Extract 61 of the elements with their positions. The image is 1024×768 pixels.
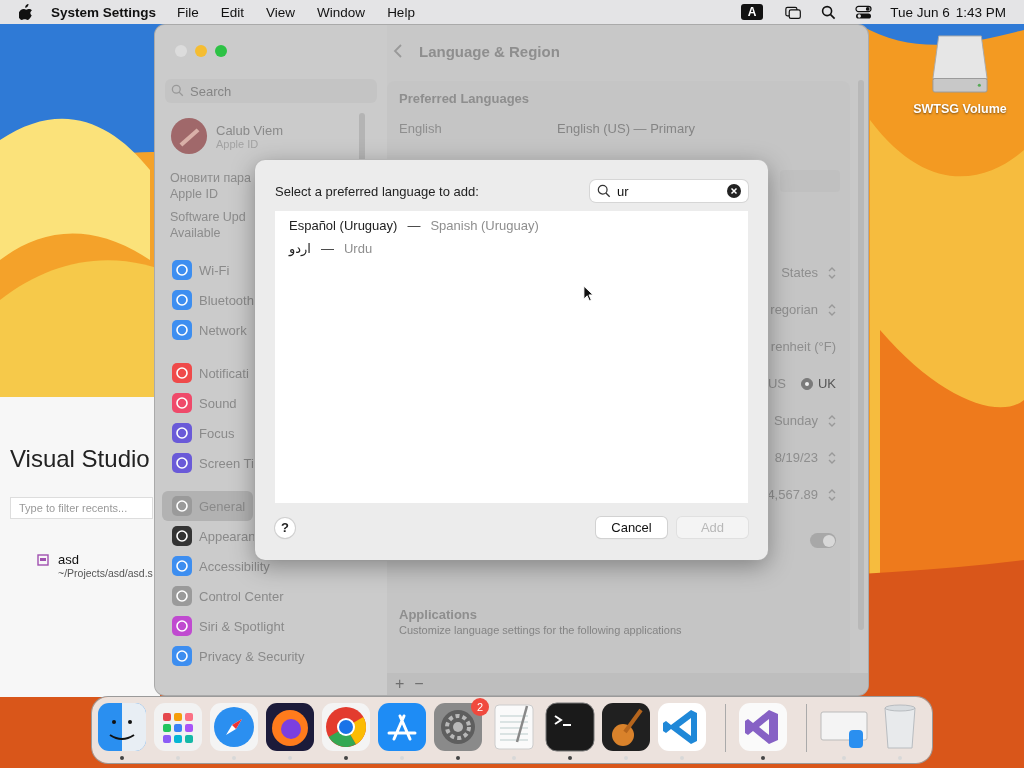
sidebar-item[interactable]: Network <box>162 315 255 345</box>
app-grid-icon[interactable] <box>153 702 203 752</box>
help-button[interactable]: ? <box>275 517 295 538</box>
gear-icon[interactable] <box>433 702 483 752</box>
recent-project-name[interactable]: asd <box>58 552 153 567</box>
input-source-indicator[interactable]: A <box>741 4 764 20</box>
menu-item[interactable]: Help <box>387 4 415 20</box>
clear-icon[interactable] <box>727 184 741 198</box>
account-name[interactable]: Calub Viem <box>216 122 283 138</box>
search-field[interactable]: Search <box>165 79 377 103</box>
menu-item[interactable]: File <box>177 4 199 20</box>
hard-drive-icon[interactable] <box>931 34 989 94</box>
pane-title: Language & Region <box>419 42 560 60</box>
compass-icon[interactable] <box>209 702 259 752</box>
control-center-icon[interactable] <box>855 4 873 20</box>
menubar-time[interactable]: 1:43 PM <box>955 4 1006 20</box>
avatar[interactable] <box>170 117 208 155</box>
app-menu[interactable]: System Settings <box>51 4 157 20</box>
recent-project-path: ~/Projects/asd/asd.s <box>58 567 153 579</box>
dialog-prompt: Select a preferred language to add: <box>275 183 479 199</box>
menu-item[interactable]: Window <box>317 4 366 20</box>
sidebar-item[interactable]: Accessibility <box>162 551 278 581</box>
smiley-face-icon[interactable] <box>97 702 147 752</box>
sidebar-item[interactable]: Siri & Spotlight <box>162 611 293 641</box>
menu-item[interactable]: View <box>266 4 296 20</box>
screen-mirroring-icon[interactable] <box>785 4 803 20</box>
sidebar-item[interactable]: Sound <box>162 388 245 418</box>
sidebar-item[interactable]: Notificati <box>162 358 257 388</box>
section-description: Customize language settings for the following applications <box>399 624 683 636</box>
cancel-button[interactable]: Cancel <box>596 517 667 538</box>
ide-logo-icon[interactable] <box>738 702 788 752</box>
ring-icon[interactable] <box>321 702 371 752</box>
letter-a-icon[interactable] <box>377 702 427 752</box>
list-toolbar-button[interactable]: + <box>395 675 405 693</box>
mouse-pointer-icon <box>583 285 594 302</box>
sidebar-item[interactable]: Appearan <box>162 521 264 551</box>
language-detail: English (US) — Primary <box>557 121 695 136</box>
sidebar-item[interactable]: Screen Ti <box>162 448 262 478</box>
search-icon[interactable] <box>820 4 838 20</box>
radio-label[interactable]: UK <box>817 376 836 391</box>
sidebar-item[interactable]: Privacy & Security <box>162 641 313 671</box>
sidebar-item[interactable]: Control Center <box>162 581 292 611</box>
sidebar-item[interactable]: Bluetooth <box>162 285 262 315</box>
toggle-switch[interactable] <box>810 533 836 548</box>
menubar-clock[interactable]: Tue Jun 6 <box>890 4 950 20</box>
notification-badge: 2 <box>471 698 489 716</box>
language-result[interactable]: Español (Uruguay) — Spanish (Uruguay) <box>275 214 748 237</box>
search-field[interactable]: ur <box>590 180 748 202</box>
window-title: Visual Studio <box>10 445 150 473</box>
solution-file-icon <box>37 554 49 566</box>
sidebar-item[interactable]: Wi-Fi <box>162 255 238 285</box>
menu-item[interactable]: Edit <box>220 4 245 20</box>
radio-button[interactable] <box>800 377 813 390</box>
terminal-icon[interactable] <box>545 702 595 752</box>
apple-logo-icon[interactable] <box>19 4 33 20</box>
desktop-icon-label[interactable]: SWTSG Volume <box>913 102 1007 116</box>
guitar-icon[interactable] <box>601 702 651 752</box>
sidebar-item[interactable]: Focus <box>162 418 243 448</box>
code-editor-icon[interactable] <box>657 702 707 752</box>
filter-field[interactable]: Type to filter recents... <box>10 497 153 519</box>
list-toolbar-button[interactable]: − <box>414 675 424 693</box>
